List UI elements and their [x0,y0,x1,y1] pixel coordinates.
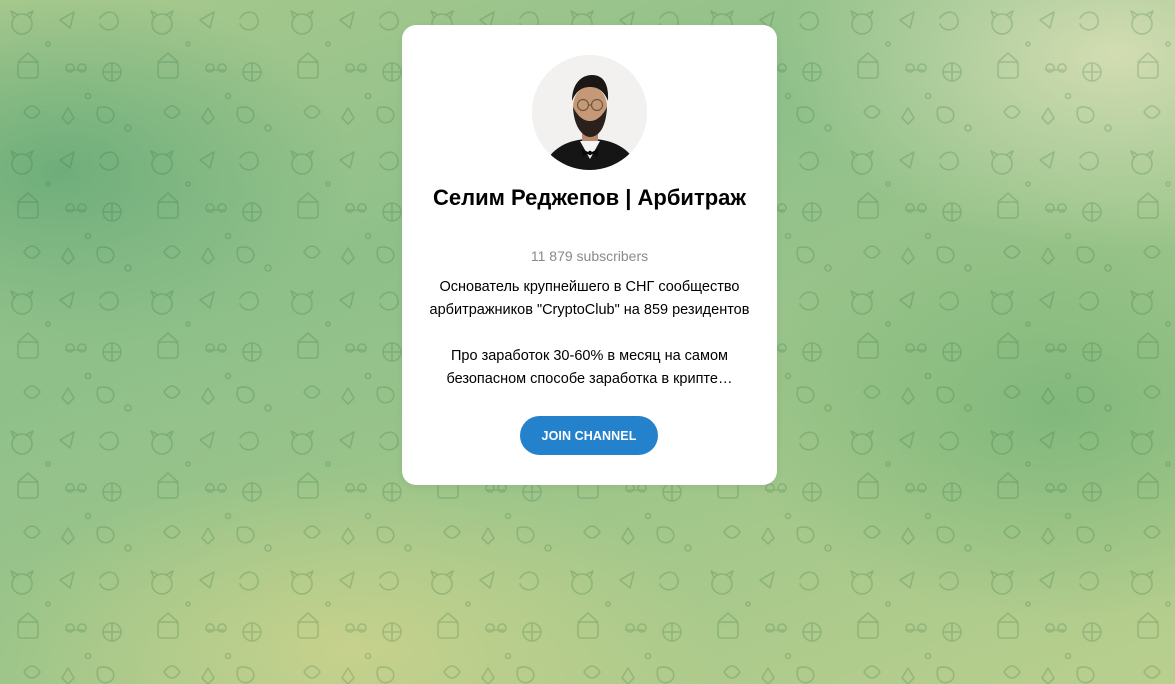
channel-description: Основатель крупнейшего в СНГ сообщество … [414,276,765,391]
avatar-photo-icon [532,55,647,170]
subscriber-count: 11 879 subscribers [530,248,649,264]
channel-title: Селим Реджепов | Арбитраж [433,185,746,210]
channel-card: Селим Реджепов | Арбитраж 11 879 subscri… [402,25,777,485]
description-paragraph-2: Про заработок 30-60% в месяц на самом бе… [446,348,733,387]
description-paragraph-1: Основатель крупнейшего в СНГ сообщество … [429,279,750,318]
join-channel-button[interactable]: JOIN CHANNEL [520,416,658,455]
channel-avatar[interactable] [532,55,647,170]
